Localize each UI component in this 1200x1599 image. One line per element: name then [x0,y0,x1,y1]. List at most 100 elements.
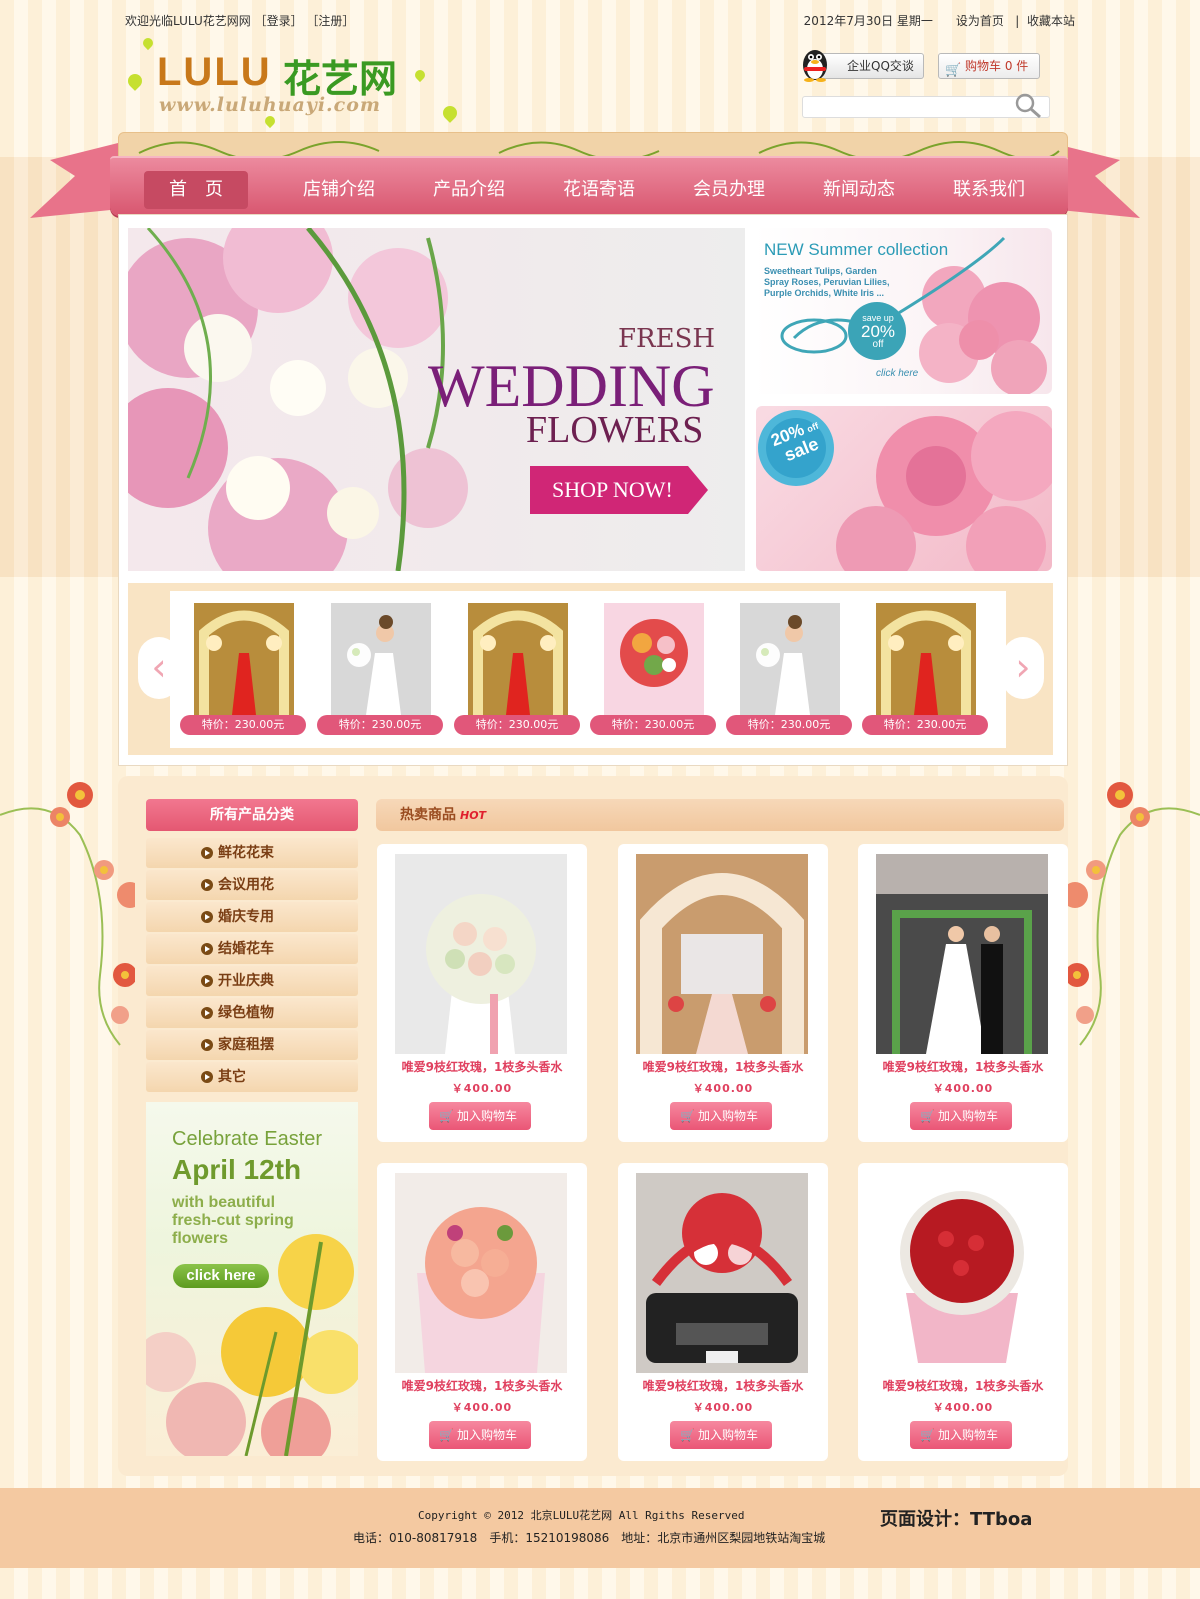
summer-title: NEW Summer collection [764,240,949,259]
summer-collection-promo[interactable]: NEW Summer collection Sweetheart Tulips,… [754,228,1052,394]
carousel-item[interactable]: 特价：230.00元 [317,603,443,741]
product-name[interactable]: 唯爱9枝红玫瑰，1枝多头香水 [858,1377,1068,1394]
carousel-item-image[interactable] [604,603,704,715]
add-to-cart-button[interactable]: 🛒 加入购物车 [429,1102,531,1130]
category-label: 结婚花车 [218,941,274,957]
separator: | [1015,14,1020,28]
login-link[interactable]: ［登录］ [255,14,303,28]
qq-chat[interactable]: 企业QQ交谈 [800,46,925,82]
category-label: 会议用花 [218,877,274,893]
cart-button[interactable]: 🛒 购物车 0 件 [938,53,1040,79]
product-image[interactable] [876,1173,1048,1373]
banner-flowers: FLOWERS [526,409,704,451]
carousel-track: 特价：230.00元 特价：230.00元 特价：230.00元 特价：230.00元… [170,591,1006,748]
carousel-prev-button[interactable]: ‹ [138,637,180,699]
carousel-item-image[interactable] [194,603,294,715]
sale-promo[interactable]: 20% off sale [756,406,1052,571]
category-item[interactable]: 家庭租摆 [146,1030,358,1060]
category-item[interactable]: 会议用花 [146,870,358,900]
product-image[interactable] [876,854,1048,1054]
category-label: 婚庆专用 [218,909,274,925]
carousel-price-tag: 特价：230.00元 [317,715,443,735]
set-home-link[interactable]: 设为首页 [956,14,1004,28]
summer-desc: Sweetheart Tulips, Garden Spray Roses, P… [764,266,890,298]
category-item[interactable]: 绿色植物 [146,998,358,1028]
register-link[interactable]: ［注册］ [306,14,354,28]
search-icon[interactable] [1013,91,1043,121]
carousel-item-image[interactable] [876,603,976,715]
easter-line3: with beautiful fresh-cut spring flowers [172,1194,294,1247]
play-arrow-icon [201,847,213,859]
carousel-price-tag: 特价：230.00元 [726,715,852,735]
carousel-item-image[interactable] [740,603,840,715]
hot-title-text: 热卖商品 [400,807,456,823]
nav-item-about-store[interactable]: 店铺介绍 [274,171,404,209]
product-name[interactable]: 唯爱9枝红玫瑰，1枝多头香水 [858,1058,1068,1075]
product-image[interactable] [636,854,808,1054]
carousel-item-image[interactable] [468,603,568,715]
carousel-item[interactable]: 特价：230.00元 [454,603,580,741]
carousel-item[interactable]: 特价：230.00元 [862,603,988,741]
carousel-item[interactable]: 特价：230.00元 [726,603,852,741]
add-to-cart-button[interactable]: 🛒 加入购物车 [910,1102,1012,1130]
add-to-cart-label: 加入购物车 [457,1428,518,1442]
add-to-cart-button[interactable]: 🛒 加入购物车 [429,1421,531,1449]
carousel-item-image[interactable] [331,603,431,715]
add-to-cart-button[interactable]: 🛒 加入购物车 [670,1421,772,1449]
play-arrow-icon [201,1071,213,1083]
heart-icon [140,35,156,51]
nav-item-products[interactable]: 产品介绍 [404,171,534,209]
search-input[interactable] [803,97,1003,117]
product-image[interactable] [636,1173,808,1373]
carousel-item[interactable]: 特价：230.00元 [590,603,716,741]
product-card[interactable]: 唯爱9枝红玫瑰，1枝多头香水 ￥400.00 🛒 加入购物车 [377,844,587,1142]
nav-item-news[interactable]: 新闻动态 [794,171,924,209]
product-card[interactable]: 唯爱9枝红玫瑰，1枝多头香水 ￥400.00 🛒 加入购物车 [858,1163,1068,1461]
play-arrow-icon [201,943,213,955]
product-name[interactable]: 唯爱9枝红玫瑰，1枝多头香水 [377,1377,587,1394]
nav-item-contact[interactable]: 联系我们 [924,171,1054,209]
easter-line2: April 12th [172,1154,302,1185]
site-footer: Copyright © 2012 北京LULU花艺网 All Rgiths Re… [0,1488,1200,1568]
carousel-price-tag: 特价：230.00元 [454,715,580,735]
add-to-cart-button[interactable]: 🛒 加入购物车 [670,1102,772,1130]
category-item[interactable]: 鲜花花束 [146,838,358,868]
carousel-next-button[interactable]: › [1002,637,1044,699]
welcome-text: 欢迎光临LULU花艺网网 [125,14,251,28]
category-label: 开业庆典 [218,973,274,989]
add-to-cart-button[interactable]: 🛒 加入购物车 [910,1421,1012,1449]
easter-promo[interactable]: Celebrate Easter April 12th with beautif… [146,1102,358,1456]
hot-badge: HOT [460,809,487,822]
nav-item-flower-language[interactable]: 花语寄语 [534,171,664,209]
product-image[interactable] [395,854,567,1054]
footer-copyright: Copyright © 2012 北京LULU花艺网 All Rgiths Re… [418,1509,745,1522]
shop-now-button[interactable]: SHOP NOW! [530,466,708,514]
category-item[interactable]: 其它 [146,1062,358,1092]
product-name[interactable]: 唯爱9枝红玫瑰，1枝多头香水 [377,1058,587,1075]
product-card[interactable]: 唯爱9枝红玫瑰，1枝多头香水 ￥400.00 🛒 加入购物车 [377,1163,587,1461]
easter-click-here-button[interactable]: click here [173,1264,269,1288]
product-image[interactable] [395,1173,567,1373]
qq-chat-button[interactable]: 企业QQ交谈 [818,53,924,79]
nav-item-membership[interactable]: 会员办理 [664,171,794,209]
category-item[interactable]: 婚庆专用 [146,902,358,932]
bookmark-link[interactable]: 收藏本站 [1027,14,1075,28]
easter-line1: Celebrate Easter [172,1128,323,1150]
hero-banner[interactable]: FRESH WEDDING FLOWERS SHOP NOW! [128,228,745,571]
play-arrow-icon [201,1039,213,1051]
category-item[interactable]: 结婚花车 [146,934,358,964]
summer-click-here[interactable]: click here [876,368,918,379]
penguin-icon [803,50,827,82]
category-item[interactable]: 开业庆典 [146,966,358,996]
cart-icon: 🛒 [680,1109,695,1123]
product-name[interactable]: 唯爱9枝红玫瑰，1枝多头香水 [618,1058,828,1075]
product-name[interactable]: 唯爱9枝红玫瑰，1枝多头香水 [618,1377,828,1394]
nav-item-home[interactable]: 首 页 [144,171,248,209]
carousel-item[interactable]: 特价：230.00元 [180,603,306,741]
product-card[interactable]: 唯爱9枝红玫瑰，1枝多头香水 ￥400.00 🛒 加入购物车 [858,844,1068,1142]
product-card[interactable]: 唯爱9枝红玫瑰，1枝多头香水 ￥400.00 🛒 加入购物车 [618,1163,828,1461]
footer-contact: 电话：010-80817918 手机：15210198086 地址：北京市通州区… [353,1531,826,1545]
site-logo[interactable]: LULU 花艺网 www.luluhuayi.com [125,35,460,138]
add-to-cart-label: 加入购物车 [938,1109,999,1123]
product-card[interactable]: 唯爱9枝红玫瑰，1枝多头香水 ￥400.00 🛒 加入购物车 [618,844,828,1142]
